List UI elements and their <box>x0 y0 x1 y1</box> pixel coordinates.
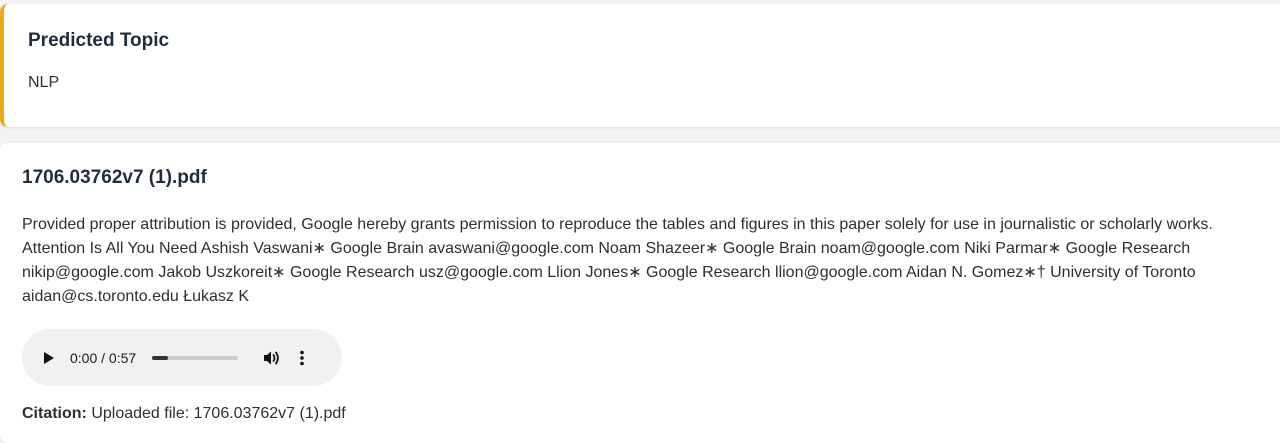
predicted-topic-heading: Predicted Topic <box>28 30 170 51</box>
play-icon[interactable] <box>44 351 54 364</box>
more-options-icon[interactable] <box>296 348 308 368</box>
citation-value: Uploaded file: 1706.03762v7 (1).pdf <box>91 405 346 422</box>
citation: Citation: Uploaded file: 1706.03762v7 (1… <box>22 404 1268 424</box>
audio-progress-fill <box>152 355 168 360</box>
document-excerpt: Provided proper attribution is provided,… <box>22 216 1213 305</box>
citation-label: Citation: <box>22 405 87 422</box>
volume-icon[interactable] <box>262 348 282 368</box>
predicted-topic-card: Predicted Topic NLP <box>0 4 1280 127</box>
document-title: 1706.03762v7 (1).pdf <box>22 167 207 188</box>
audio-progress-slider[interactable] <box>152 355 239 360</box>
document-card: 1706.03762v7 (1).pdf Provided proper att… <box>0 143 1280 443</box>
audio-time-readout: 0:00 / 0:57 <box>70 349 137 366</box>
audio-player: 0:00 / 0:57 <box>22 329 342 386</box>
predicted-topic-value: NLP <box>28 74 60 91</box>
